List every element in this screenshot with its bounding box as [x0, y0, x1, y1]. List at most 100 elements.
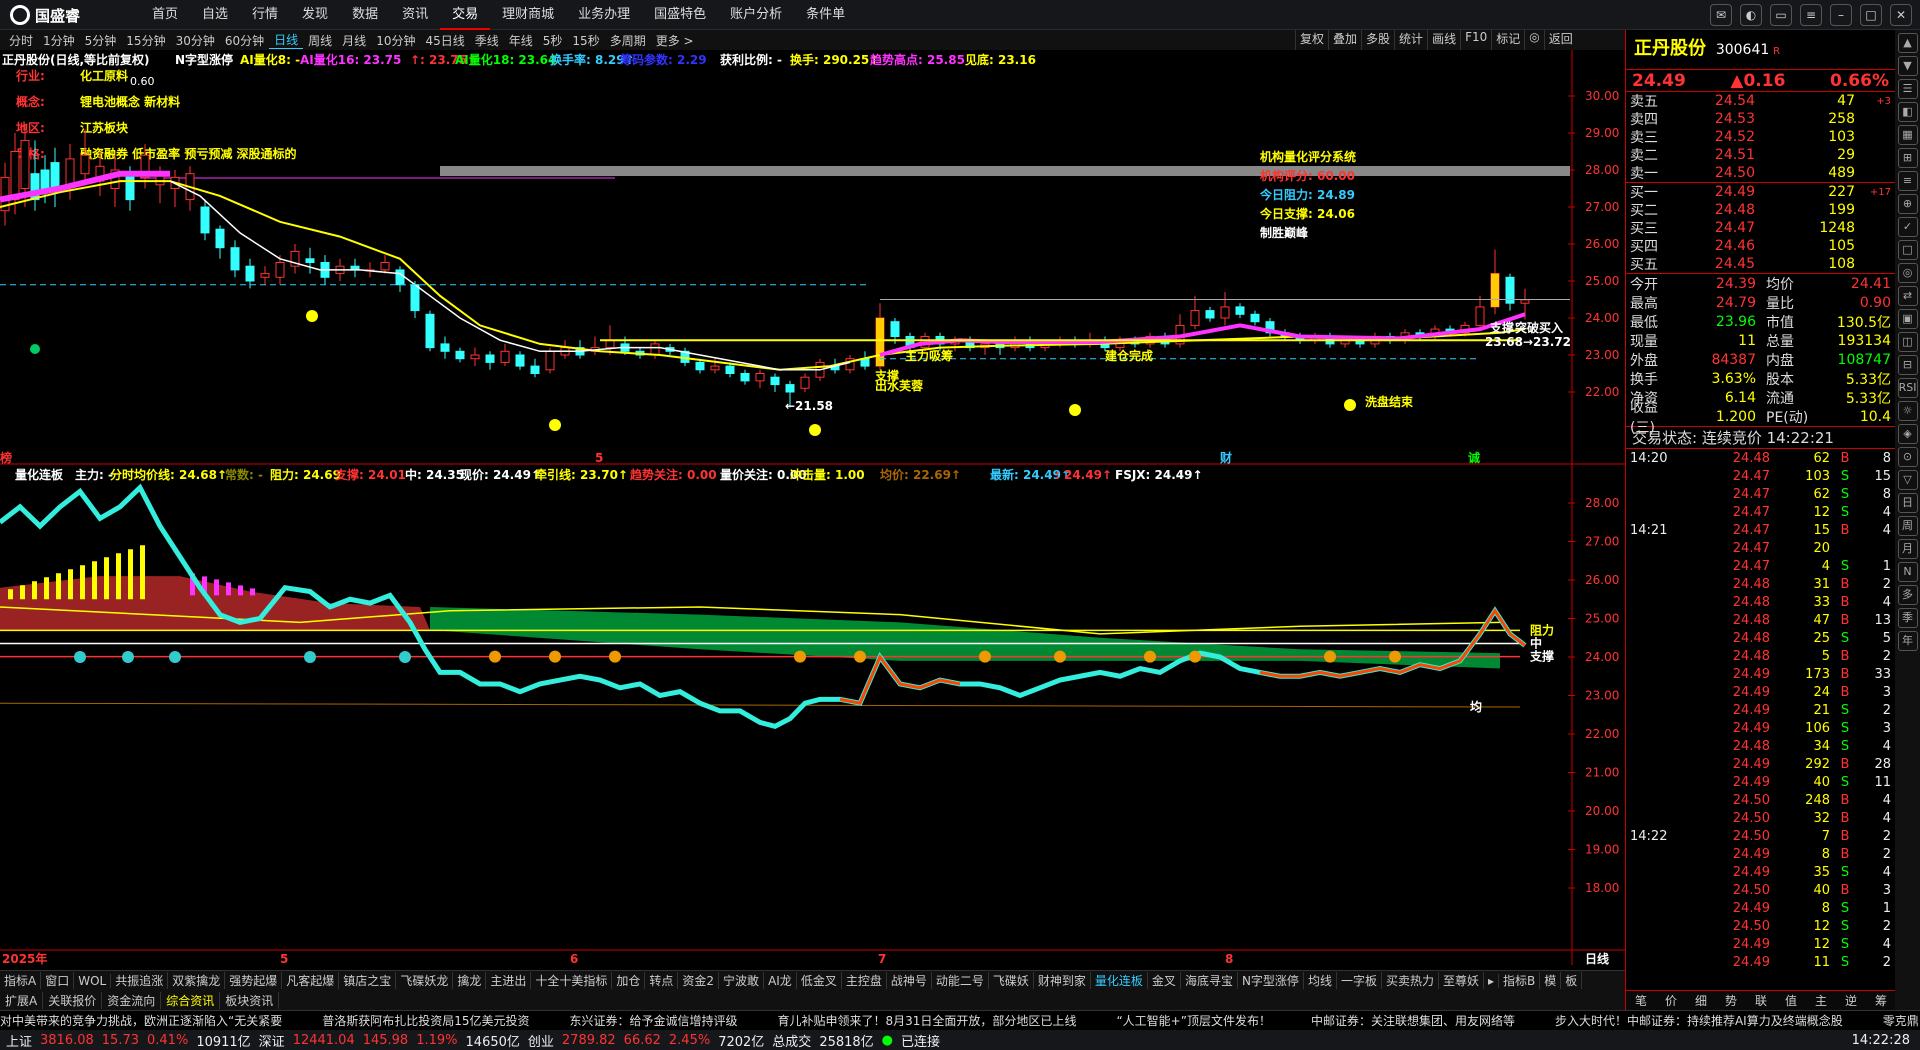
skin-icon[interactable]: ◐: [1740, 4, 1762, 26]
sidebar-tab-4[interactable]: 联: [1746, 991, 1776, 1010]
menu-item-1[interactable]: 自选: [190, 0, 240, 30]
sidebar-tab-0[interactable]: 笔: [1626, 991, 1656, 1010]
side-tool-icon[interactable]: □: [1897, 240, 1918, 260]
menu-item-11[interactable]: 条件单: [794, 0, 857, 30]
tool-0[interactable]: 复权: [1295, 30, 1328, 50]
ext-tab-0[interactable]: 扩展A: [0, 991, 44, 1009]
period-2[interactable]: 5分钟: [80, 32, 122, 49]
indicator-tab-9[interactable]: 擒龙: [453, 972, 487, 989]
side-tool-icon[interactable]: ▦: [1897, 125, 1918, 145]
period-13[interactable]: 5秒: [538, 32, 568, 49]
side-tool-icon[interactable]: RSI: [1897, 378, 1918, 398]
indicator-tab-13[interactable]: 转点: [645, 972, 679, 989]
bids-row[interactable]: 买四 24.46 105: [1626, 237, 1895, 255]
menu-item-4[interactable]: 数据: [340, 0, 390, 30]
sidebar-tab-3[interactable]: 势: [1716, 991, 1746, 1010]
maximize-icon[interactable]: □: [1860, 4, 1882, 26]
indicator-tab-34[interactable]: 板: [1561, 972, 1583, 989]
period-10[interactable]: 45日线: [420, 32, 469, 49]
side-tool-icon[interactable]: ◫: [1897, 332, 1918, 352]
period-16[interactable]: 更多 >: [651, 32, 699, 49]
indicator-tab-6[interactable]: 凡客起爆: [282, 972, 340, 989]
menu-item-9[interactable]: 国盛特色: [642, 0, 718, 30]
menu-item-0[interactable]: 首页: [140, 0, 190, 30]
ext-tab-4[interactable]: 板块资讯: [220, 991, 280, 1009]
indicator-tab-20[interactable]: 动能二号: [932, 972, 989, 989]
side-tool-icon[interactable]: ☼: [1897, 401, 1918, 421]
side-tool-icon[interactable]: ▼: [1897, 56, 1918, 76]
news-item-5[interactable]: 中邮证券：关注联想集团、用友网络等: [1311, 1014, 1515, 1028]
close-icon[interactable]: ✕: [1890, 4, 1912, 26]
side-tool-icon[interactable]: ⇄: [1897, 286, 1918, 306]
minimize-icon[interactable]: –: [1830, 4, 1852, 26]
indicator-tab-18[interactable]: 主控盘: [842, 972, 887, 989]
indicator-tab-22[interactable]: 财神到家: [1034, 972, 1091, 989]
tool-2[interactable]: 多股: [1361, 30, 1394, 50]
ext-tab-1[interactable]: 关联报价: [43, 991, 103, 1009]
period-9[interactable]: 10分钟: [371, 32, 420, 49]
side-tool-icon[interactable]: 多: [1897, 585, 1918, 605]
side-tool-icon[interactable]: ≡: [1897, 171, 1918, 191]
indicator-tab-17[interactable]: 低金叉: [797, 972, 842, 989]
tick-list[interactable]: 14:20 24.48 62 B 8 24.47 103 S 15 24.47 62 S 8 24.47 1…: [1626, 449, 1895, 971]
news-item-2[interactable]: 东兴证券：给予金诚信增持评级: [570, 1014, 738, 1028]
indicator-tab-25[interactable]: 海底寻宝: [1181, 972, 1238, 989]
side-tool-icon[interactable]: ▲: [1897, 33, 1918, 53]
period-1[interactable]: 1分钟: [38, 32, 80, 49]
indicator-tab-11[interactable]: 十全十美指标: [531, 972, 613, 989]
period-8[interactable]: 月线: [337, 32, 371, 49]
sidebar-tab-7[interactable]: 逆: [1836, 991, 1866, 1010]
side-tool-icon[interactable]: ◈: [1897, 424, 1918, 444]
indicator-tab-19[interactable]: 战神号: [887, 972, 932, 989]
menu-item-8[interactable]: 业务办理: [566, 0, 642, 30]
period-3[interactable]: 15分钟: [121, 32, 170, 49]
side-tool-icon[interactable]: N: [1897, 562, 1918, 582]
asks-row[interactable]: 卖五 24.54 47 +3: [1626, 92, 1895, 110]
bids-row[interactable]: 买五 24.45 108: [1626, 255, 1895, 273]
side-tool-icon[interactable]: ◎: [1897, 263, 1918, 283]
indicator-tab-31[interactable]: ▸: [1484, 973, 1500, 988]
indicator-tab-2[interactable]: WOL: [74, 973, 112, 988]
period-6[interactable]: 日线: [269, 31, 304, 49]
period-11[interactable]: 季线: [470, 32, 504, 49]
indicator-tab-0[interactable]: 指标A: [0, 972, 42, 989]
asks-row[interactable]: 卖一 24.50 489: [1626, 164, 1895, 182]
indicator-tab-29[interactable]: 买卖热力: [1382, 972, 1439, 989]
sidebar-tab-2[interactable]: 细: [1686, 991, 1716, 1010]
tool-7[interactable]: ◎: [1524, 30, 1543, 50]
menu-item-6[interactable]: 交易: [440, 0, 491, 30]
indicator-tab-5[interactable]: 强势起爆: [225, 972, 283, 989]
indicator-tab-27[interactable]: 均线: [1304, 972, 1337, 989]
indicator-tab-12[interactable]: 加仓: [612, 972, 646, 989]
indicator-tab-16[interactable]: AI龙: [764, 972, 797, 989]
news-item-0[interactable]: 对中美带来的竞争力挑战，欧洲正逐渐陷入“无关紧要: [0, 1014, 282, 1028]
asks-row[interactable]: 卖四 24.53 258: [1626, 110, 1895, 128]
sidebar-tab-6[interactable]: 主: [1806, 991, 1836, 1010]
indicator-tab-3[interactable]: 共振追涨: [111, 972, 169, 989]
tool-5[interactable]: F10: [1460, 30, 1491, 50]
side-tool-icon[interactable]: ✓: [1897, 217, 1918, 237]
period-4[interactable]: 30分钟: [171, 32, 220, 49]
menu-item-10[interactable]: 账户分析: [718, 0, 794, 30]
screen-icon[interactable]: ▭: [1770, 4, 1792, 26]
ext-tab-2[interactable]: 资金流向: [102, 991, 162, 1009]
side-tool-icon[interactable]: ▽: [1897, 470, 1918, 490]
news-item-6[interactable]: 步入大时代！中邮证券：持续推荐AI算力及终端概念股: [1555, 1014, 1843, 1028]
indicator-tab-30[interactable]: 至尊妖: [1439, 972, 1484, 989]
side-tool-icon[interactable]: 周: [1897, 516, 1918, 536]
asks-row[interactable]: 卖二 24.51 29: [1626, 146, 1895, 164]
menu-icon[interactable]: ≡: [1800, 4, 1822, 26]
tool-3[interactable]: 统计: [1394, 30, 1427, 50]
period-7[interactable]: 周线: [303, 32, 337, 49]
bids-row[interactable]: 买二 24.48 199: [1626, 201, 1895, 219]
news-item-1[interactable]: 普洛斯获阿布扎比投资局15亿美元投资: [322, 1014, 529, 1028]
period-15[interactable]: 多周期: [605, 32, 651, 49]
side-tool-icon[interactable]: ☰: [1897, 79, 1918, 99]
indicator-tab-7[interactable]: 镇店之宝: [339, 972, 397, 989]
side-tool-icon[interactable]: ⊕: [1897, 194, 1918, 214]
period-0[interactable]: 分时: [4, 32, 38, 49]
indicator-tab-24[interactable]: 金叉: [1148, 972, 1181, 989]
ext-tab-3[interactable]: 综合资讯: [161, 991, 221, 1009]
asks-row[interactable]: 卖三 24.52 103: [1626, 128, 1895, 146]
period-5[interactable]: 60分钟: [220, 32, 269, 49]
